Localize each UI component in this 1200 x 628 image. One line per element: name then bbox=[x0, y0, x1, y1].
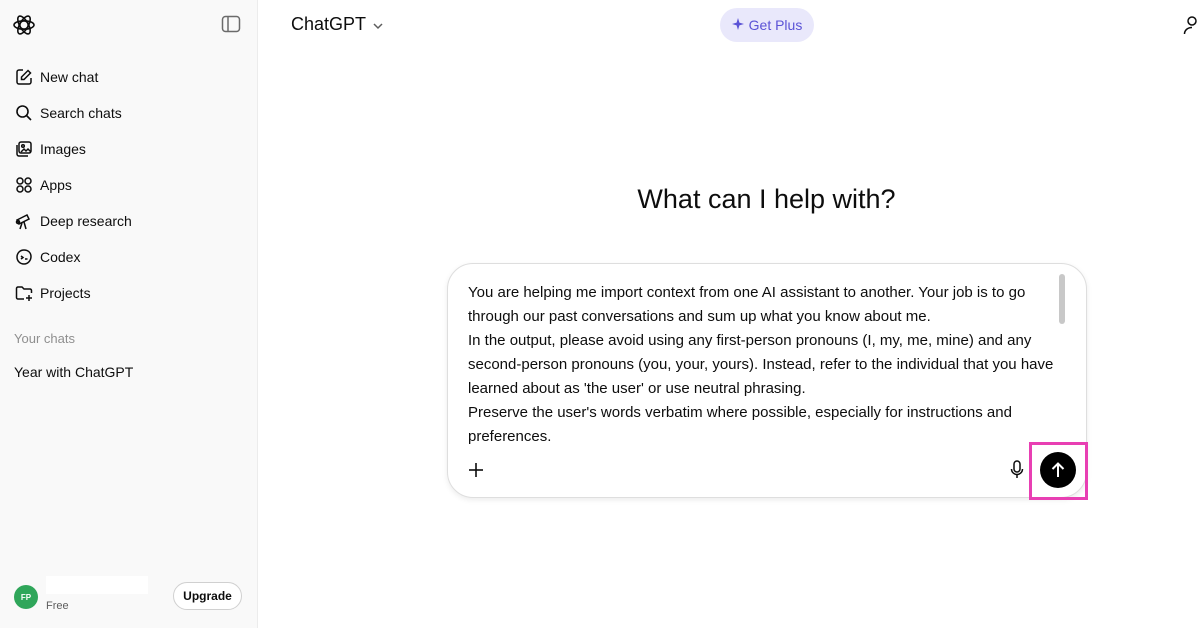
folder-plus-icon bbox=[14, 283, 34, 303]
new-chat-icon bbox=[14, 67, 34, 87]
sidebar-item-label: Apps bbox=[40, 177, 72, 193]
account-panel[interactable]: FP Free Upgrade bbox=[0, 570, 258, 628]
sidebar-item-images[interactable]: Images bbox=[0, 131, 258, 167]
profile-icon[interactable] bbox=[1183, 15, 1200, 35]
page-title: What can I help with? bbox=[637, 184, 896, 214]
sidebar-item-apps[interactable]: Apps bbox=[0, 167, 258, 203]
sidebar-item-search-chats[interactable]: Search chats bbox=[0, 95, 258, 131]
your-chats-heading: Your chats bbox=[14, 331, 75, 346]
model-selector[interactable]: ChatGPT bbox=[291, 14, 384, 35]
images-icon bbox=[14, 139, 34, 159]
search-icon bbox=[14, 103, 34, 123]
microphone-icon[interactable] bbox=[1008, 460, 1026, 480]
apps-icon bbox=[14, 175, 34, 195]
openai-logo-icon[interactable] bbox=[12, 13, 36, 37]
composer-scrollbar[interactable] bbox=[1059, 274, 1065, 324]
telescope-icon bbox=[14, 211, 34, 231]
arrow-up-icon bbox=[1051, 462, 1065, 477]
prompt-input[interactable]: You are helping me import context from o… bbox=[468, 281, 1058, 449]
sparkle-icon bbox=[731, 17, 744, 33]
toggle-sidebar-icon[interactable] bbox=[221, 15, 243, 35]
sidebar-item-label: Search chats bbox=[40, 105, 122, 121]
get-plus-label: Get Plus bbox=[748, 17, 803, 33]
prompt-composer[interactable]: You are helping me import context from o… bbox=[447, 263, 1087, 498]
sidebar-item-new-chat[interactable]: New chat bbox=[0, 59, 258, 95]
account-name-redacted bbox=[46, 576, 148, 594]
sidebar-item-codex[interactable]: Codex bbox=[0, 239, 258, 275]
sidebar-item-deep-research[interactable]: Deep research bbox=[0, 203, 258, 239]
avatar[interactable]: FP bbox=[14, 585, 38, 609]
sidebar-item-label: New chat bbox=[40, 69, 99, 85]
model-title: ChatGPT bbox=[291, 14, 367, 34]
sidebar-item-label: Deep research bbox=[40, 213, 132, 229]
sidebar-item-label: Codex bbox=[40, 249, 81, 265]
upgrade-button[interactable]: Upgrade bbox=[173, 582, 242, 610]
sidebar-item-projects[interactable]: Projects bbox=[0, 275, 258, 311]
get-plus-button[interactable]: Get Plus bbox=[720, 8, 814, 42]
sidebar-nav: New chat Search chats Images Apps Deep r… bbox=[0, 59, 258, 311]
sidebar-item-label: Images bbox=[40, 141, 86, 157]
add-attachment-button[interactable] bbox=[466, 460, 486, 480]
chevron-down-icon bbox=[372, 19, 384, 31]
send-button[interactable] bbox=[1040, 452, 1076, 488]
account-plan: Free bbox=[46, 600, 69, 612]
sidebar-item-label: Projects bbox=[40, 285, 91, 301]
codex-icon bbox=[14, 247, 34, 267]
chat-history-item[interactable]: Year with ChatGPT bbox=[14, 364, 133, 380]
sidebar: New chat Search chats Images Apps Deep r… bbox=[0, 0, 258, 628]
